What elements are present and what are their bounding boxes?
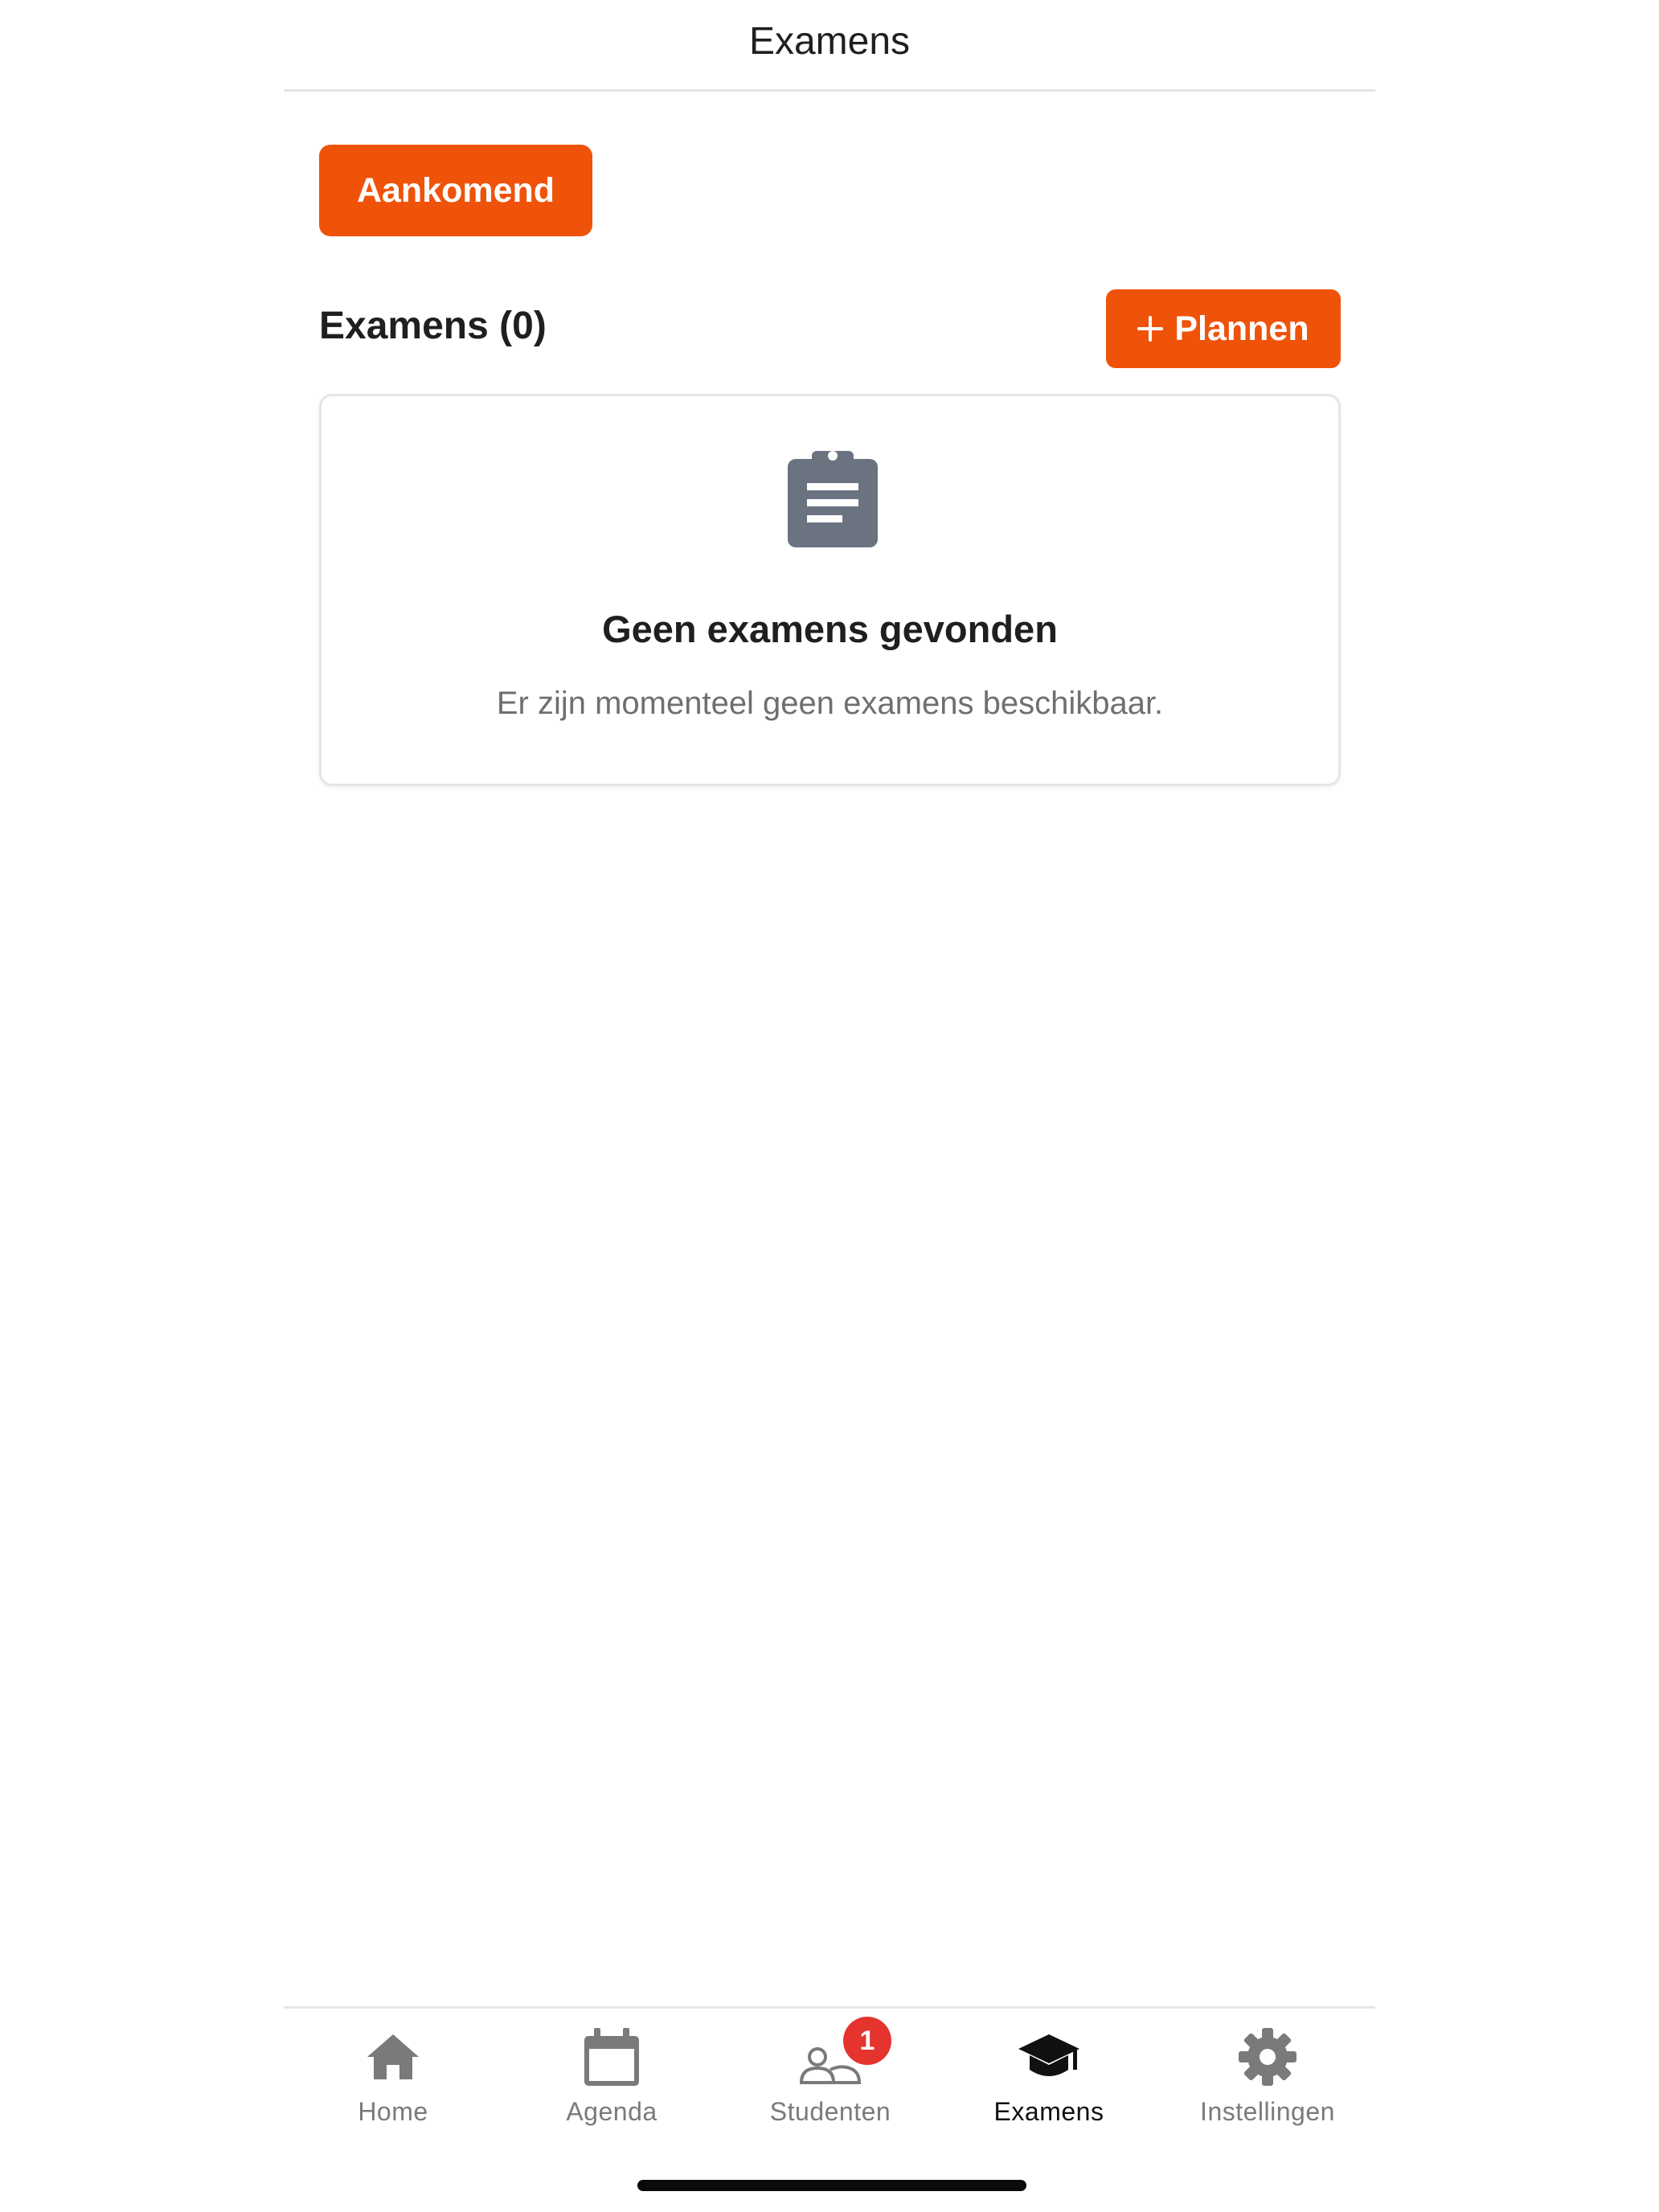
nav-label-studenten: Studenten — [769, 2097, 891, 2126]
notification-badge: 1 — [843, 2017, 891, 2065]
page-title: Examens — [748, 20, 911, 63]
nav-label-examens: Examens — [993, 2097, 1104, 2126]
home-indicator — [637, 2180, 1026, 2191]
nav-label-agenda: Agenda — [566, 2097, 657, 2126]
empty-state-description: Er zijn momenteel geen examens beschikba… — [496, 686, 1164, 721]
bottom-navigation: Home Agenda 1 Studenten Examens Instelli… — [284, 2006, 1375, 2143]
nav-item-examens[interactable]: Examens — [940, 2009, 1158, 2145]
filter-upcoming-button[interactable]: Aankomend — [319, 145, 592, 236]
home-icon — [367, 2034, 419, 2079]
app-screen: Examens Aankomend Examens (0) Plannen Ge… — [284, 0, 1375, 2212]
nav-item-studenten[interactable]: 1 Studenten — [721, 2009, 940, 2145]
plan-exam-button[interactable]: Plannen — [1106, 289, 1341, 368]
plus-icon — [1137, 316, 1164, 342]
plan-button-label: Plannen — [1174, 309, 1309, 348]
exams-section-title: Examens (0) — [319, 305, 547, 347]
nav-label-home: Home — [358, 2097, 428, 2126]
empty-state-card: Geen examens gevonden Er zijn momenteel … — [319, 394, 1341, 786]
nav-item-instellingen[interactable]: Instellingen — [1158, 2009, 1377, 2145]
gear-icon — [1239, 2028, 1296, 2086]
empty-state-title: Geen examens gevonden — [602, 608, 1058, 650]
nav-item-home[interactable]: Home — [284, 2009, 502, 2145]
nav-item-agenda[interactable]: Agenda — [502, 2009, 721, 2145]
clipboard-icon — [788, 451, 878, 547]
header: Examens — [284, 0, 1375, 92]
graduation-cap-icon — [1018, 2034, 1079, 2076]
calendar-icon — [584, 2028, 639, 2086]
nav-label-instellingen: Instellingen — [1200, 2097, 1335, 2126]
